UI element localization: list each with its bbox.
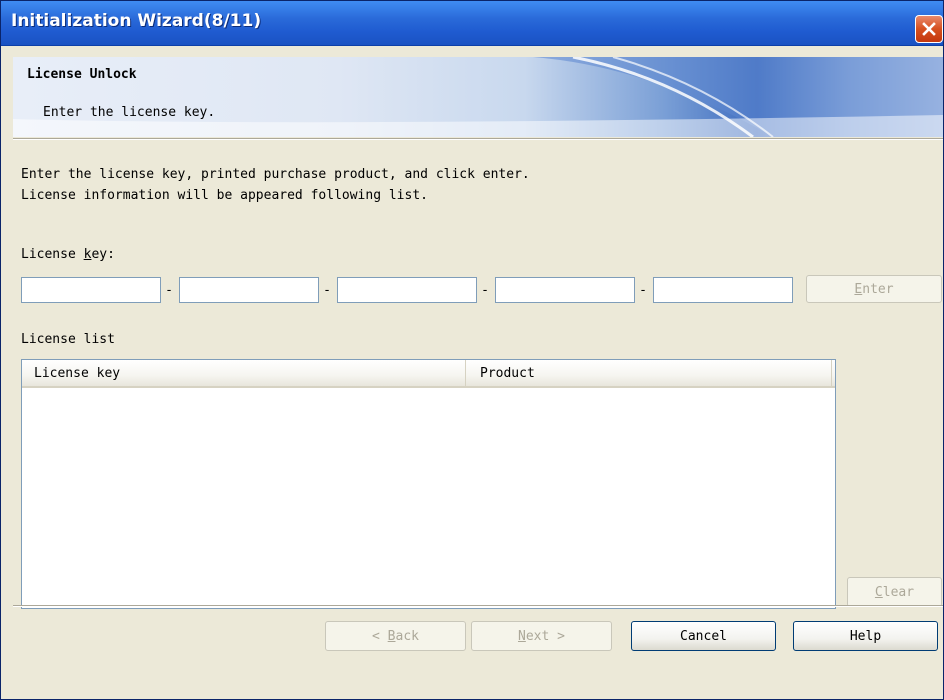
header-divider — [13, 138, 943, 140]
clear-button[interactable]: Clear — [847, 577, 942, 607]
license-key-label-prefix: License — [21, 247, 84, 262]
instruction-line-2: License information will be appeared fol… — [21, 188, 428, 203]
key-separator-1: - — [165, 282, 173, 298]
close-button[interactable] — [915, 15, 943, 43]
next-button[interactable]: Next > — [471, 621, 612, 651]
header-subtitle: Enter the license key. — [43, 105, 216, 120]
license-list-body[interactable] — [22, 388, 835, 608]
license-list-header: License key Product — [22, 360, 835, 388]
close-x-icon — [921, 21, 937, 37]
instruction-line-1: Enter the license key, printed purchase … — [21, 167, 530, 182]
enter-button[interactable]: Enter — [806, 275, 942, 303]
back-button-label: ack — [395, 628, 419, 644]
key-separator-4: - — [639, 282, 647, 298]
key-separator-3: - — [481, 282, 489, 298]
banner-swoosh-graphic — [13, 57, 943, 137]
footer-divider — [13, 605, 943, 607]
license-list-label: License list — [21, 332, 115, 347]
column-header-license-key[interactable]: License key — [22, 360, 466, 386]
next-button-mnemonic: N — [518, 628, 526, 644]
clear-button-label: lear — [882, 584, 915, 600]
enter-button-label: nter — [862, 281, 894, 297]
help-button[interactable]: Help — [793, 621, 938, 651]
window-title: Initialization Wizard(8/11) — [11, 11, 262, 31]
wizard-window: Initialization Wizard(8/11) License Unlo… — [0, 0, 944, 700]
license-key-field-2[interactable] — [179, 277, 319, 303]
next-button-label: ext > — [525, 628, 565, 644]
license-list[interactable]: License key Product — [21, 359, 836, 609]
license-key-label: License key: — [21, 247, 115, 262]
key-separator-2: - — [323, 282, 331, 298]
enter-button-mnemonic: E — [854, 281, 863, 297]
header-banner: License Unlock Enter the license key. — [13, 57, 943, 137]
license-key-field-4[interactable] — [495, 277, 635, 303]
clear-button-mnemonic: C — [874, 584, 883, 600]
title-bar[interactable]: Initialization Wizard(8/11) — [1, 1, 943, 46]
license-key-field-3[interactable] — [337, 277, 477, 303]
license-key-field-1[interactable] — [21, 277, 161, 303]
license-key-label-suffix: ey: — [91, 247, 115, 262]
back-button-arrow: < — [372, 628, 388, 644]
column-header-product[interactable]: Product — [466, 360, 832, 386]
back-button-mnemonic: B — [387, 628, 396, 644]
header-title: License Unlock — [27, 67, 137, 82]
cancel-button[interactable]: Cancel — [631, 621, 776, 651]
license-key-field-5[interactable] — [653, 277, 793, 303]
back-button[interactable]: < Back — [325, 621, 466, 651]
